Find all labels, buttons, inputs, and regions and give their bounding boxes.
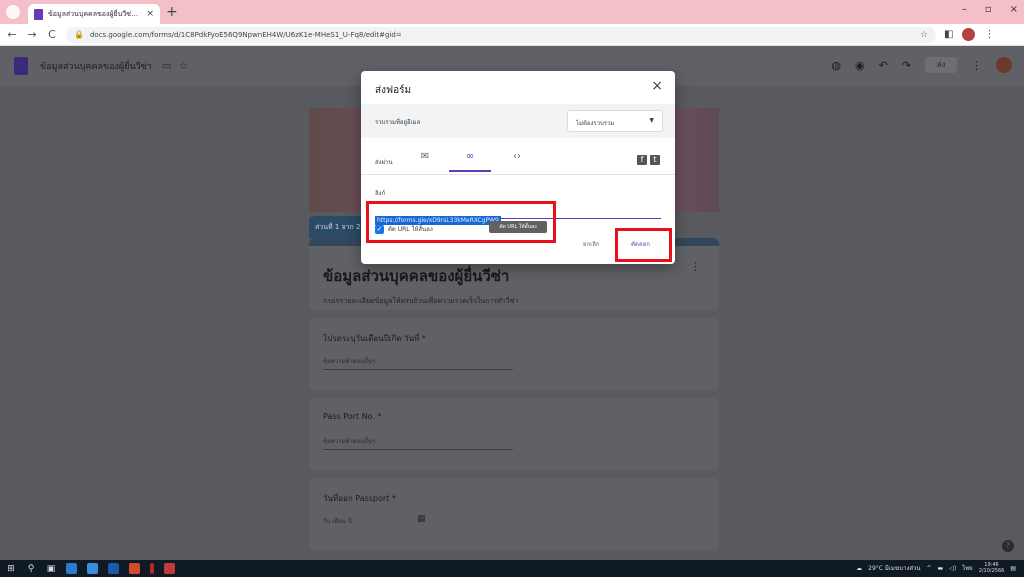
question-card[interactable]: วันที่ออก Passport * วัน เดือน ปี ▦ [309, 478, 719, 550]
account-avatar[interactable] [996, 57, 1012, 73]
short-answer-field: ข้อความคำตอบสั้นๆ [323, 436, 513, 450]
taskbar: ⊞ ⚲ ▣ ☁ 29°C มีเมฆบางส่วน ^ ▬ ◁) ไทย 19:… [0, 560, 1024, 577]
bookmark-star-icon[interactable]: ☆ [920, 30, 928, 40]
question-card[interactable]: โปรดระบุวันเดือนปีเกิด วันที่ * ข้อความค… [309, 318, 719, 390]
app-icon[interactable] [150, 563, 154, 574]
extensions-icon[interactable]: ◧ [944, 29, 953, 40]
maximize-button[interactable]: ▫ [985, 4, 992, 15]
form-title[interactable]: ข้อมูลส่วนบุคคลของผู้ยื่นวีซ่า [323, 264, 509, 288]
undo-icon[interactable]: ↶ [879, 59, 888, 72]
star-icon[interactable]: ☆ [179, 61, 188, 72]
email-icon[interactable]: ✉ [417, 151, 433, 162]
clock-date: 2/10/2566 [978, 568, 1005, 574]
lock-icon: 🔒 [74, 30, 84, 39]
reload-button[interactable]: C [46, 28, 58, 41]
form-description[interactable]: กรอกรายละเอียดข้อมูลให้ครบถ้วนเพื่อความร… [323, 296, 518, 307]
new-tab-button[interactable]: + [166, 3, 178, 21]
weather-icon[interactable]: ☁ [856, 565, 862, 572]
browser-menu-icon[interactable] [6, 5, 20, 19]
toolbar-right: ◧ ⋮ [944, 28, 994, 41]
profile-avatar[interactable] [962, 28, 976, 41]
app-icon[interactable] [164, 563, 175, 574]
send-button[interactable]: ส่ง [925, 57, 957, 73]
weather-text[interactable]: 29°C มีเมฆบางส่วน [868, 563, 920, 573]
close-window-button[interactable]: × [1010, 4, 1018, 15]
palette-icon[interactable]: ◍ [831, 59, 841, 72]
card-more-icon[interactable]: ⋮ [690, 260, 701, 273]
back-button[interactable]: ← [6, 28, 18, 41]
help-icon[interactable]: ? [1002, 540, 1014, 552]
browser-menu-dots-icon[interactable]: ⋮ [984, 29, 994, 40]
browser-tab-strip: ข้อมูลส่วนบุคคลของผู้ยื่นวีซ่า - Goog × … [0, 0, 1024, 24]
system-tray: ☁ 29°C มีเมฆบางส่วน ^ ▬ ◁) ไทย 19:46 2/1… [856, 562, 1016, 574]
send-via-label: ส่งผ่าน [375, 159, 393, 166]
collect-email-label: รวบรวมที่อยู่อีเมล [375, 119, 421, 126]
date-answer-field: วัน เดือน ปี [323, 518, 352, 525]
cancel-button[interactable]: ยกเลิก [583, 239, 600, 249]
question-card[interactable]: Pass Port No. * ข้อความคำตอบสั้นๆ [309, 398, 719, 470]
clock[interactable]: 19:46 2/10/2566 [979, 562, 1005, 574]
language-indicator[interactable]: ไทย [962, 563, 973, 573]
twitter-icon[interactable]: t [650, 155, 660, 165]
chrome-app-icon[interactable] [129, 563, 140, 574]
volume-icon[interactable]: ◁) [949, 565, 956, 572]
browser-toolbar: ← → C 🔒 docs.google.com/forms/d/1C8PdkFy… [0, 24, 1024, 46]
forms-header-actions: ◍ ◉ ↶ ↷ ส่ง ⋮ [831, 57, 1012, 73]
collect-email-value: ไม่ต้องรวบรวม [576, 120, 615, 127]
redo-icon[interactable]: ↷ [902, 59, 911, 72]
app-icon[interactable] [108, 563, 119, 574]
tab-close-icon[interactable]: × [146, 9, 154, 19]
tray-arrow-icon[interactable]: ^ [927, 565, 932, 572]
app-icon[interactable] [66, 563, 77, 574]
question-label[interactable]: Pass Port No. * [323, 412, 381, 421]
doc-title[interactable]: ข้อมูลส่วนบุคคลของผู้ยื่นวีซ่า [40, 59, 152, 73]
dropdown-caret-icon: ▼ [649, 117, 654, 124]
question-label[interactable]: วันที่ออก Passport * [323, 492, 396, 505]
network-icon[interactable]: ▬ [938, 565, 944, 572]
question-label[interactable]: โปรดระบุวันเดือนปีเกิด วันที่ * [323, 332, 426, 345]
embed-html-icon[interactable]: ‹› [509, 151, 525, 162]
preview-eye-icon[interactable]: ◉ [855, 59, 865, 72]
search-icon[interactable]: ⚲ [26, 564, 36, 574]
task-view-icon[interactable]: ▣ [46, 564, 56, 574]
url-text[interactable]: docs.google.com/forms/d/1C8PdkFyoE56Q9Np… [90, 31, 914, 39]
google-forms-logo-icon[interactable] [14, 57, 28, 75]
notifications-icon[interactable]: ▤ [1010, 565, 1016, 572]
more-menu-icon[interactable]: ⋮ [971, 59, 982, 72]
close-icon[interactable]: × [651, 78, 663, 94]
collect-email-select[interactable]: ไม่ต้องรวบรวม ▼ [567, 110, 663, 132]
facebook-icon[interactable]: f [637, 155, 647, 165]
dialog-title: ส่งฟอร์ม [375, 85, 412, 96]
collect-email-row: รวบรวมที่อยู่อีเมล ไม่ต้องรวบรวม ▼ [361, 104, 675, 138]
calendar-icon: ▦ [417, 514, 426, 524]
link-label: ลิงก์ [375, 190, 386, 197]
link-icon[interactable]: ∞ [462, 151, 478, 162]
tab-title: ข้อมูลส่วนบุคคลของผู้ยื่นวีซ่า - Goog [48, 9, 141, 18]
selected-tab-indicator [449, 170, 491, 172]
address-bar[interactable]: 🔒 docs.google.com/forms/d/1C8PdkFyoE56Q9… [66, 26, 936, 43]
app-icon[interactable] [87, 563, 98, 574]
highlight-box-copy [615, 228, 672, 262]
minimize-button[interactable]: – [962, 4, 967, 15]
forward-button[interactable]: → [26, 28, 38, 41]
folder-icon[interactable]: ▭ [162, 61, 171, 72]
windows-start-icon[interactable]: ⊞ [6, 564, 16, 574]
window-controls: – ▫ × [962, 4, 1018, 15]
highlight-box-link [366, 201, 556, 243]
short-answer-field: ข้อความคำตอบสั้นๆ [323, 356, 513, 370]
divider [361, 174, 675, 175]
google-forms-favicon-icon [34, 8, 43, 20]
browser-tab[interactable]: ข้อมูลส่วนบุคคลของผู้ยื่นวีซ่า - Goog × [28, 4, 160, 24]
